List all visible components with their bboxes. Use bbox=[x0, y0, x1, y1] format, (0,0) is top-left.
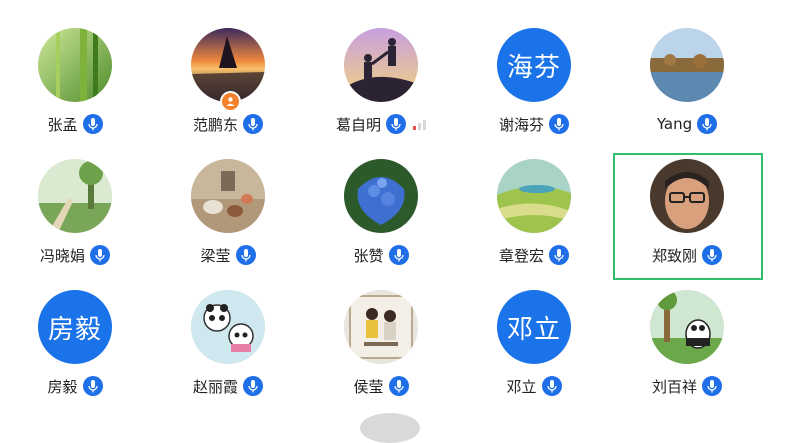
participant-tile[interactable]: 张赞 bbox=[306, 131, 456, 265]
avatar bbox=[497, 159, 571, 233]
avatar-initials: 海芬 bbox=[506, 52, 561, 83]
participant-tile[interactable]: 刘百祥 bbox=[612, 262, 762, 396]
avatar: 海芬 bbox=[497, 28, 571, 102]
participant-name: 邓立 bbox=[506, 377, 537, 396]
participant-name: 刘百祥 bbox=[651, 377, 697, 396]
avatar-initials: 房毅 bbox=[47, 314, 102, 345]
avatar bbox=[650, 28, 724, 102]
participant-name: 侯莹 bbox=[353, 377, 384, 396]
signal-strength-icon bbox=[413, 118, 426, 130]
avatar bbox=[650, 290, 724, 364]
participant-name: 房毅 bbox=[47, 377, 78, 396]
avatar bbox=[191, 159, 265, 233]
speaker-icon[interactable] bbox=[388, 376, 409, 396]
participant-tile[interactable]: 葛自明 bbox=[306, 0, 456, 134]
participant-tile[interactable]: Yang bbox=[612, 0, 762, 134]
speaker-icon[interactable] bbox=[243, 376, 263, 396]
participant-tile[interactable]: 侯莹 bbox=[306, 262, 456, 396]
avatar bbox=[191, 290, 265, 364]
participant-name: 赵丽霞 bbox=[192, 377, 238, 396]
active-speaker-frame bbox=[613, 153, 763, 280]
avatar: 房毅 bbox=[38, 290, 112, 364]
participant-tile[interactable]: 房毅 房毅 bbox=[0, 262, 150, 396]
avatar-initials: 邓立 bbox=[506, 314, 561, 345]
participant-tile[interactable]: 赵丽霞 bbox=[153, 262, 303, 396]
avatar bbox=[344, 159, 418, 233]
participant-grid: 张孟 范鹏东 葛自明 海芬 谢海芬 Yang 冯晓娟 梁莹 张赞 章登宏 郑致刚… bbox=[0, 0, 799, 443]
participant-tile[interactable]: 邓立 邓立 bbox=[459, 262, 609, 396]
avatar bbox=[360, 413, 420, 443]
participant-tile[interactable]: 海芬 谢海芬 bbox=[459, 0, 609, 134]
participant-tile[interactable]: 梁莹 bbox=[153, 131, 303, 265]
avatar bbox=[38, 159, 112, 233]
host-badge-icon bbox=[220, 91, 241, 112]
speaker-icon[interactable] bbox=[82, 376, 103, 396]
avatar bbox=[344, 28, 418, 102]
avatar: 邓立 bbox=[497, 290, 571, 364]
speaker-icon[interactable] bbox=[702, 376, 722, 396]
participant-tile[interactable]: 冯晓娟 bbox=[0, 131, 150, 265]
speaker-icon[interactable] bbox=[541, 376, 562, 396]
avatar bbox=[344, 290, 418, 364]
avatar bbox=[38, 28, 112, 102]
participant-tile[interactable]: 张孟 bbox=[0, 0, 150, 134]
participant-tile[interactable]: 章登宏 bbox=[459, 131, 609, 265]
